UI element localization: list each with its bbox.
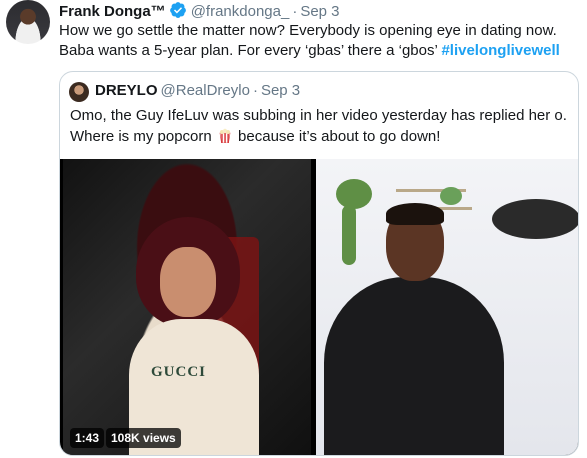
quoted-header: DREYLO @RealDreylo · Sep 3	[95, 81, 300, 101]
tweet-text-line1: How we go settle the matter now? Everybo…	[59, 22, 557, 39]
video-player[interactable]: GUCCI 1:43 108K views	[60, 159, 578, 455]
man-hair	[386, 203, 444, 225]
video-duration: 1:43	[70, 428, 105, 448]
tweet[interactable]: Frank Donga™ @frankdonga_ · Sep 3 How we go…	[0, 0, 587, 458]
author-name[interactable]: Frank Donga™	[59, 3, 166, 20]
shirt-print: GUCCI	[151, 364, 207, 380]
quoted-author-handle: @RealDreylo	[160, 82, 250, 99]
quoted-text-part2: because it’s about to go down!	[233, 128, 441, 145]
plant	[336, 179, 372, 209]
popcorn-icon	[218, 128, 232, 144]
quoted-separator-dot: ·	[252, 82, 258, 99]
video-right-panel	[316, 159, 578, 455]
tweet-timestamp[interactable]: Sep 3	[300, 3, 339, 20]
quoted-tweet[interactable]: DREYLO @RealDreylo · Sep 3 Omo, the Guy Ife…	[59, 71, 579, 456]
author-handle[interactable]: @frankdonga_	[191, 3, 290, 20]
video-views: 108K views	[106, 428, 181, 448]
video-left-panel: GUCCI	[63, 159, 311, 455]
tweet-text-line2: Baba wants a 5-year plan. For every ‘gba…	[59, 42, 442, 59]
plant	[440, 187, 462, 205]
quoted-author-avatar	[69, 82, 89, 102]
author-avatar[interactable]	[6, 0, 50, 44]
plant	[342, 205, 356, 265]
separator-dot: ·	[292, 3, 298, 20]
man-body	[324, 277, 504, 455]
ring-light	[492, 199, 578, 239]
tweet-text: How we go settle the matter now? Everybo…	[59, 21, 579, 61]
quoted-text: Omo, the Guy IfeLuv was subbing in her v…	[70, 105, 570, 147]
hashtag-link[interactable]: #livelonglivewell	[441, 42, 559, 59]
quoted-author-name: DREYLO	[95, 82, 158, 99]
woman-face	[160, 247, 216, 317]
quoted-timestamp: Sep 3	[260, 82, 301, 99]
